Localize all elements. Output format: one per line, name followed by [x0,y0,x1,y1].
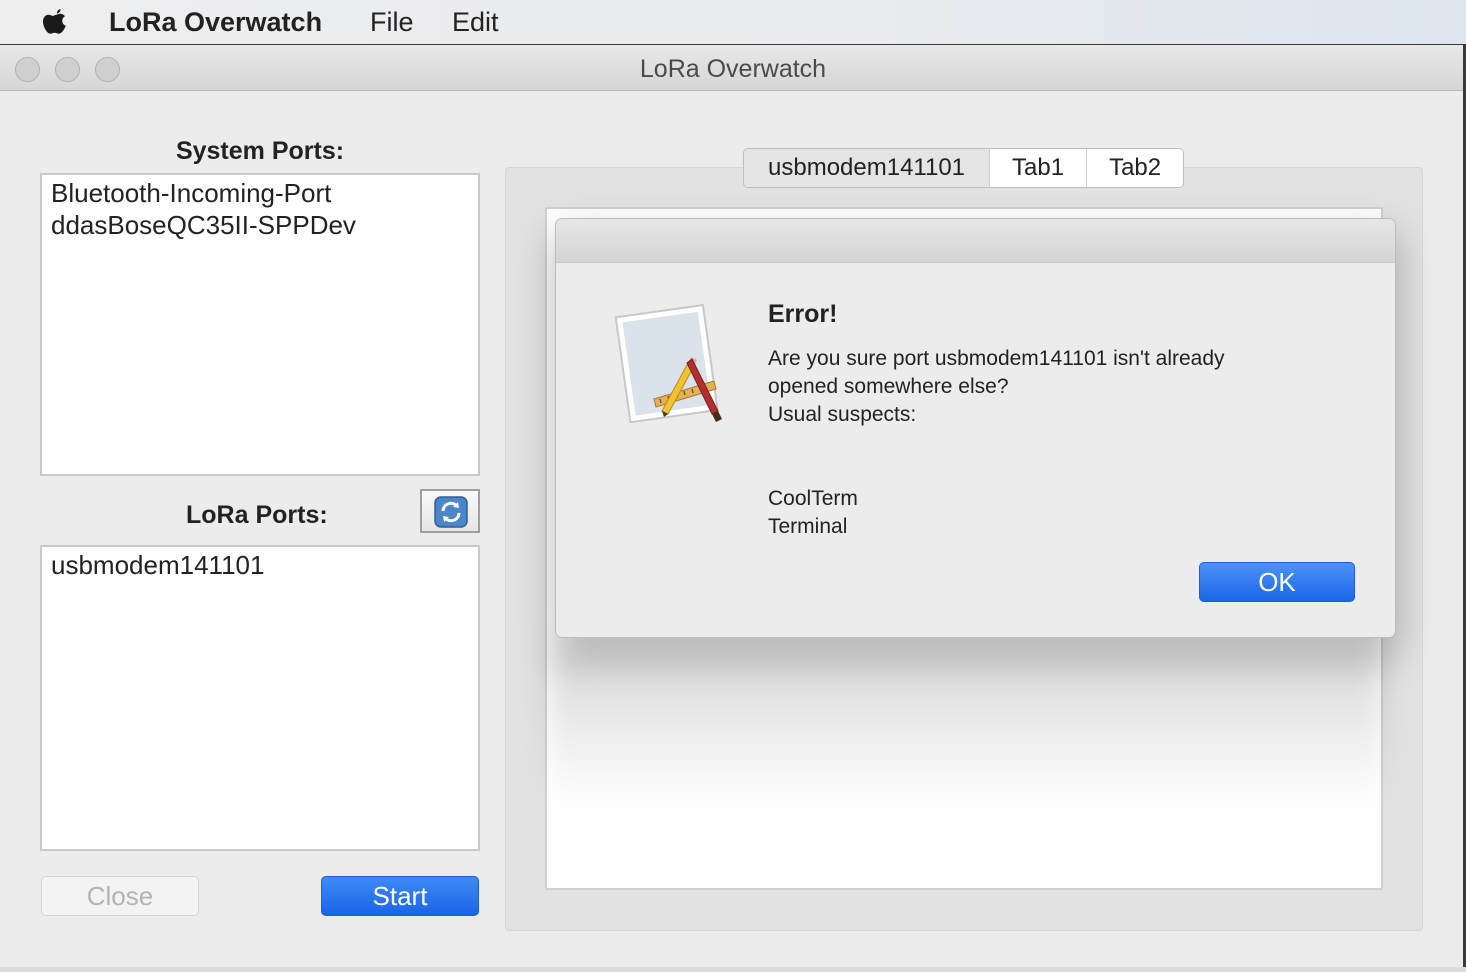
tab-tab1[interactable]: Tab1 [989,149,1087,187]
main-window: LoRa Overwatch System Ports: Bluetooth-I… [0,44,1466,972]
dialog-message: Are you sure port usbmodem141101 isn't a… [768,345,1225,429]
menu-bar: LoRa Overwatch File Edit [0,0,1466,44]
tab-usbmodem141101[interactable]: usbmodem141101 [744,149,990,187]
menu-file[interactable]: File [370,6,414,38]
lora-ports-list[interactable]: usbmodem141101 [40,545,480,851]
suspects-list: CoolTerm Terminal [768,485,858,541]
menu-edit[interactable]: Edit [452,6,499,38]
title-bar: LoRa Overwatch [0,45,1466,91]
dialog-message-line: Usual suspects: [768,403,917,426]
dialog-message-line: opened somewhere else? [768,375,1009,398]
list-item[interactable]: ddasBoseQC35II-SPPDev [51,209,469,241]
suspect-item: CoolTerm [768,487,858,510]
list-item[interactable]: usbmodem141101 [51,549,469,581]
list-item[interactable]: Bluetooth-Incoming-Port [51,177,469,209]
close-button[interactable]: Close [41,876,199,916]
system-ports-label: System Ports: [175,137,345,165]
dialog-title: Error! [768,300,838,328]
tab-bar: usbmodem141101 Tab1 Tab2 [743,148,1185,188]
apple-icon[interactable] [38,5,72,39]
tab-tab2[interactable]: Tab2 [1086,149,1184,187]
menu-app-name[interactable]: LoRa Overwatch [109,6,322,38]
error-dialog: Error! Are you sure port usbmodem141101 … [555,218,1396,638]
dialog-message-line: Are you sure port usbmodem141101 isn't a… [768,347,1225,370]
desktop-strip [0,967,1466,972]
ok-button[interactable]: OK [1199,562,1355,602]
lora-ports-label: LoRa Ports: [186,501,328,529]
suspect-item: Terminal [768,515,848,538]
refresh-icon [434,496,468,528]
system-ports-list[interactable]: Bluetooth-Incoming-Port ddasBoseQC35II-S… [40,173,480,476]
app-dev-icon [614,303,722,423]
dialog-title-bar [556,219,1395,263]
window-title: LoRa Overwatch [639,55,827,83]
refresh-button[interactable] [420,489,480,533]
start-button[interactable]: Start [321,876,479,916]
dialog-shadow [548,645,1384,805]
